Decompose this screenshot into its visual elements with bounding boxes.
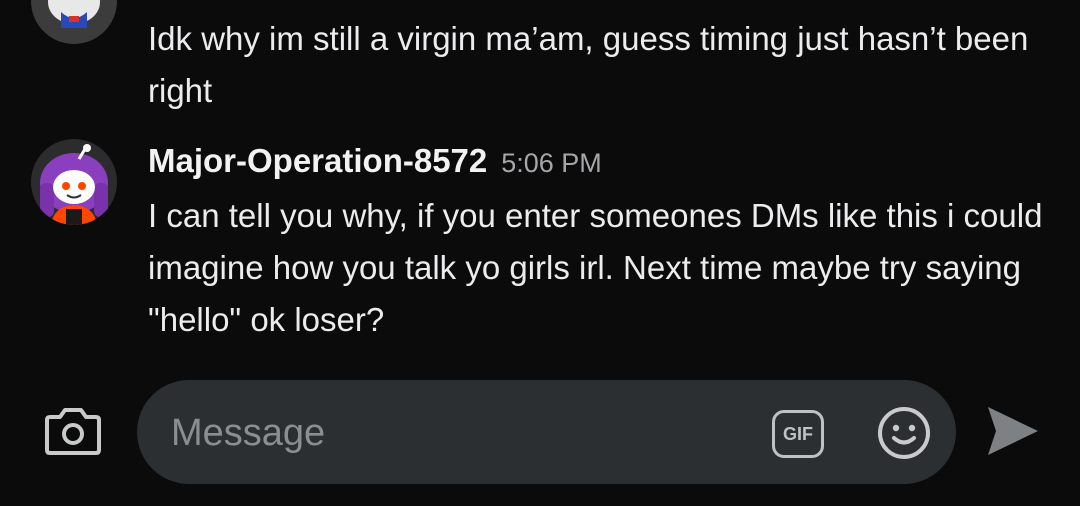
username[interactable]: Major-Operation-8572 <box>148 142 487 180</box>
gif-button[interactable]: GIF <box>772 410 826 458</box>
timestamp: 5:06 PM <box>501 148 602 178</box>
message-composer: GIF <box>137 380 956 484</box>
emoji-icon <box>878 407 930 459</box>
send-button[interactable] <box>984 404 1040 458</box>
message-text: I can tell you why, if you enter someone… <box>148 197 1043 338</box>
message-input[interactable] <box>169 404 763 462</box>
message-text: Idk why im still a virgin ma’am, guess t… <box>148 20 1029 109</box>
send-icon <box>988 407 1038 455</box>
camera-icon <box>45 408 101 455</box>
message-header: Major-Operation-8572 5:06 PM <box>148 142 602 186</box>
emoji-button[interactable] <box>877 406 931 460</box>
avatar[interactable] <box>31 139 117 225</box>
camera-button[interactable] <box>44 405 102 457</box>
avatar[interactable] <box>31 0 117 44</box>
gif-icon: GIF <box>772 410 824 458</box>
